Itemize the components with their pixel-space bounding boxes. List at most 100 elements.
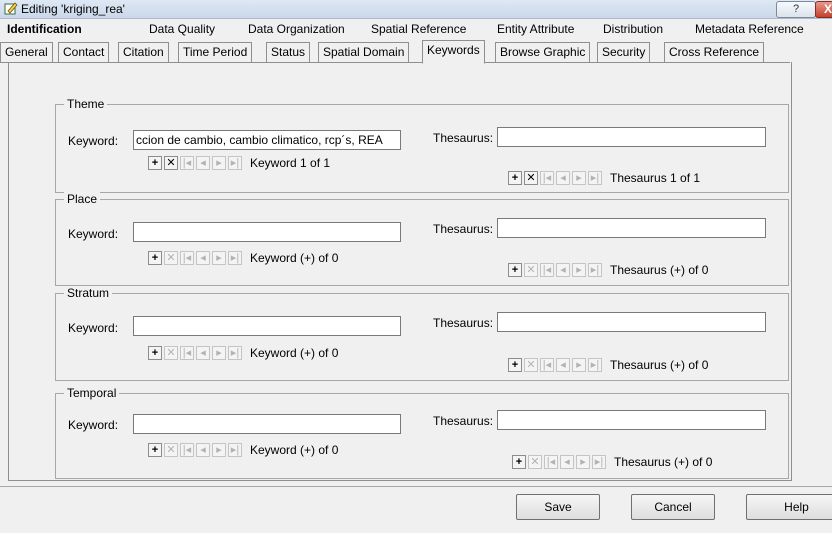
delete-icon[interactable]: ✕: [164, 346, 178, 360]
footer-divider: [0, 486, 832, 487]
place-thesaurus-input[interactable]: [497, 218, 766, 238]
next-record-icon[interactable]: ▸: [212, 346, 226, 360]
last-record-icon[interactable]: ▸|: [228, 251, 242, 265]
stratum-thesaurus-input[interactable]: [497, 312, 766, 332]
delete-icon[interactable]: ✕: [528, 455, 542, 469]
add-icon[interactable]: +: [512, 455, 526, 469]
add-icon[interactable]: +: [148, 156, 162, 170]
tab-distribution[interactable]: Distribution: [603, 22, 663, 36]
theme-thesaurus-nav: + ✕ |◂ ◂ ▸ ▸| Thesaurus 1 of 1: [508, 169, 700, 187]
temporal-thesaurus-input[interactable]: [497, 410, 766, 430]
next-record-icon[interactable]: ▸: [212, 251, 226, 265]
save-button[interactable]: Save: [516, 494, 600, 520]
add-icon[interactable]: +: [148, 251, 162, 265]
place-group: Place Keyword: + ✕ |◂ ◂ ▸ ▸| Keyword (+)…: [55, 192, 789, 286]
thesaurus-label: Thesaurus:: [433, 131, 494, 145]
group-title-temporal: Temporal: [64, 386, 120, 400]
subtab-security[interactable]: Security: [597, 42, 651, 62]
previous-record-icon[interactable]: ◂: [196, 156, 210, 170]
add-icon[interactable]: +: [148, 346, 162, 360]
delete-icon[interactable]: ✕: [164, 443, 178, 457]
tab-spatial-reference[interactable]: Spatial Reference: [371, 22, 466, 36]
group-title-place: Place: [64, 192, 101, 206]
thesaurus-counter: Thesaurus (+) of 0: [614, 455, 713, 469]
previous-record-icon[interactable]: ◂: [556, 358, 570, 372]
next-record-icon[interactable]: ▸: [572, 171, 586, 185]
temporal-group: Temporal Keyword: + ✕ |◂ ◂ ▸ ▸| Keyword …: [55, 386, 789, 479]
add-icon[interactable]: +: [508, 171, 522, 185]
thesaurus-counter: Thesaurus (+) of 0: [610, 358, 709, 372]
delete-icon[interactable]: ✕: [164, 156, 178, 170]
add-icon[interactable]: +: [508, 358, 522, 372]
last-record-icon[interactable]: ▸|: [228, 346, 242, 360]
first-record-icon[interactable]: |◂: [540, 171, 554, 185]
last-record-icon[interactable]: ▸|: [228, 443, 242, 457]
next-record-icon[interactable]: ▸: [212, 443, 226, 457]
last-record-icon[interactable]: ▸|: [228, 156, 242, 170]
next-record-icon[interactable]: ▸: [572, 358, 586, 372]
first-record-icon[interactable]: |◂: [544, 455, 558, 469]
next-record-icon[interactable]: ▸: [572, 263, 586, 277]
subtab-contact[interactable]: Contact: [58, 42, 110, 62]
next-record-icon[interactable]: ▸: [212, 156, 226, 170]
cancel-button[interactable]: Cancel: [631, 494, 715, 520]
thesaurus-label: Thesaurus:: [433, 414, 494, 428]
add-icon[interactable]: +: [508, 263, 522, 277]
delete-icon[interactable]: ✕: [524, 263, 538, 277]
thesaurus-counter: Thesaurus 1 of 1: [610, 171, 701, 185]
keyword-label: Keyword:: [68, 321, 119, 335]
subtab-spatial-domain[interactable]: Spatial Domain: [318, 42, 410, 62]
last-record-icon[interactable]: ▸|: [588, 358, 602, 372]
sub-tab-row: General Contact Citation Time Period Sta…: [0, 40, 790, 64]
subtab-general[interactable]: General: [0, 42, 53, 62]
delete-icon[interactable]: ✕: [164, 251, 178, 265]
theme-keyword-input[interactable]: ccion de cambio, cambio climatico, rcp´s…: [133, 130, 401, 150]
help-button[interactable]: Help: [746, 494, 832, 520]
delete-icon[interactable]: ✕: [524, 358, 538, 372]
thesaurus-label: Thesaurus:: [433, 316, 494, 330]
subtab-time-period[interactable]: Time Period: [178, 42, 253, 62]
first-record-icon[interactable]: |◂: [180, 346, 194, 360]
first-record-icon[interactable]: |◂: [180, 443, 194, 457]
stratum-group: Stratum Keyword: + ✕ |◂ ◂ ▸ ▸| Keyword (…: [55, 286, 789, 381]
window-help-button[interactable]: ?: [776, 1, 816, 18]
subtab-cross-reference[interactable]: Cross Reference: [664, 42, 765, 62]
subtab-browse-graphic[interactable]: Browse Graphic: [495, 42, 591, 62]
edit-document-icon: [4, 2, 18, 15]
previous-record-icon[interactable]: ◂: [560, 455, 574, 469]
place-keyword-nav: + ✕ |◂ ◂ ▸ ▸| Keyword (+) of 0: [148, 249, 338, 267]
previous-record-icon[interactable]: ◂: [196, 443, 210, 457]
stratum-keyword-input[interactable]: [133, 316, 401, 336]
first-record-icon[interactable]: |◂: [180, 156, 194, 170]
last-record-icon[interactable]: ▸|: [588, 171, 602, 185]
tab-data-organization[interactable]: Data Organization: [248, 22, 345, 36]
theme-thesaurus-input[interactable]: [497, 127, 766, 147]
first-record-icon[interactable]: |◂: [540, 358, 554, 372]
theme-group: Theme Keyword: ccion de cambio, cambio c…: [55, 97, 789, 193]
previous-record-icon[interactable]: ◂: [556, 263, 570, 277]
previous-record-icon[interactable]: ◂: [196, 251, 210, 265]
previous-record-icon[interactable]: ◂: [196, 346, 210, 360]
tab-data-quality[interactable]: Data Quality: [149, 22, 215, 36]
last-record-icon[interactable]: ▸|: [588, 263, 602, 277]
previous-record-icon[interactable]: ◂: [556, 171, 570, 185]
subtab-keywords[interactable]: Keywords: [422, 40, 485, 64]
subtab-citation[interactable]: Citation: [118, 42, 169, 62]
last-record-icon[interactable]: ▸|: [592, 455, 606, 469]
delete-icon[interactable]: ✕: [524, 171, 538, 185]
keyword-label: Keyword:: [68, 418, 119, 432]
group-title-theme: Theme: [64, 97, 108, 111]
keyword-counter: Keyword (+) of 0: [250, 251, 339, 265]
add-icon[interactable]: +: [148, 443, 162, 457]
subtab-status[interactable]: Status: [266, 42, 311, 62]
tab-entity-attribute[interactable]: Entity Attribute: [497, 22, 574, 36]
temporal-keyword-input[interactable]: [133, 414, 401, 434]
first-record-icon[interactable]: |◂: [540, 263, 554, 277]
window-close-button[interactable]: X: [815, 1, 832, 18]
tab-identification[interactable]: Identification: [7, 22, 82, 36]
tab-metadata-reference[interactable]: Metadata Reference: [695, 22, 804, 36]
place-keyword-input[interactable]: [133, 222, 401, 242]
first-record-icon[interactable]: |◂: [180, 251, 194, 265]
thesaurus-label: Thesaurus:: [433, 222, 494, 236]
next-record-icon[interactable]: ▸: [576, 455, 590, 469]
